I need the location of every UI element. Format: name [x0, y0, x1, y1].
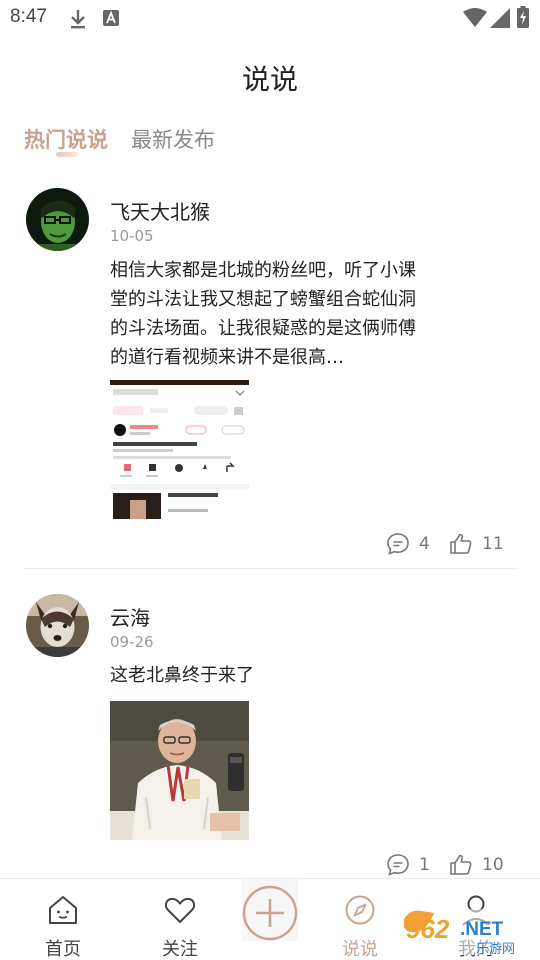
- nav-home-label: 首页: [45, 939, 81, 960]
- comment-icon: [387, 854, 409, 876]
- download-icon: [71, 10, 85, 29]
- post-image[interactable]: [110, 701, 249, 840]
- svg-text:.NET: .NET: [460, 919, 504, 940]
- post-image[interactable]: [110, 380, 249, 519]
- like-count: 11: [482, 534, 504, 554]
- comment-button[interactable]: 4: [386, 530, 430, 558]
- thumbs-up-icon: [450, 854, 472, 875]
- post-date: 10-05: [110, 227, 154, 245]
- wifi-icon: [463, 8, 487, 27]
- home-icon: [49, 896, 77, 924]
- post-divider: [24, 568, 518, 569]
- nav-home[interactable]: 首页: [18, 879, 108, 960]
- post-text[interactable]: 这老北鼻终于来了: [110, 661, 426, 690]
- battery-icon: [517, 6, 529, 28]
- tab-active-indicator: [56, 152, 78, 157]
- status-time: 8:47: [10, 6, 47, 27]
- like-count: 10: [482, 855, 504, 875]
- thumbs-up-icon: [450, 533, 472, 554]
- signal-icon: [490, 8, 510, 28]
- avatar[interactable]: [26, 594, 89, 657]
- svg-text:乐游网: 乐游网: [476, 942, 515, 957]
- tab-hot-posts[interactable]: 热门说说: [24, 124, 108, 154]
- svg-text:962: 962: [406, 914, 450, 944]
- status-bar: 8:47: [0, 0, 540, 36]
- comment-count: 1: [419, 855, 430, 875]
- nav-follow-label: 关注: [162, 939, 198, 960]
- page-title: 说说: [241, 63, 298, 96]
- keyboard-a-icon: [103, 10, 119, 26]
- comment-button[interactable]: 1: [386, 851, 430, 879]
- post-username[interactable]: 云海: [110, 602, 150, 631]
- post-date: 09-26: [110, 633, 154, 651]
- post-text[interactable]: 相信大家都是北城的粉丝吧，听了小课堂的斗法让我又想起了螃蟹组合蛇仙洞的斗法场面。…: [110, 256, 426, 372]
- nav-follow[interactable]: 关注: [135, 879, 225, 960]
- nav-shuoshuo-label: 说说: [342, 939, 378, 960]
- tab-latest-posts[interactable]: 最新发布: [131, 124, 215, 154]
- compass-icon: [345, 895, 375, 925]
- like-button[interactable]: 10: [449, 851, 504, 879]
- like-button[interactable]: 11: [449, 530, 504, 558]
- heart-icon: [164, 897, 196, 923]
- comment-icon: [387, 533, 409, 555]
- plus-icon[interactable]: [241, 884, 299, 942]
- watermark-logo: 962 .NET 乐游网: [402, 909, 534, 957]
- post-username[interactable]: 飞天大北猴: [110, 196, 210, 225]
- comment-count: 4: [419, 534, 430, 554]
- avatar[interactable]: [26, 188, 89, 251]
- nav-shuoshuo[interactable]: 说说: [315, 879, 405, 960]
